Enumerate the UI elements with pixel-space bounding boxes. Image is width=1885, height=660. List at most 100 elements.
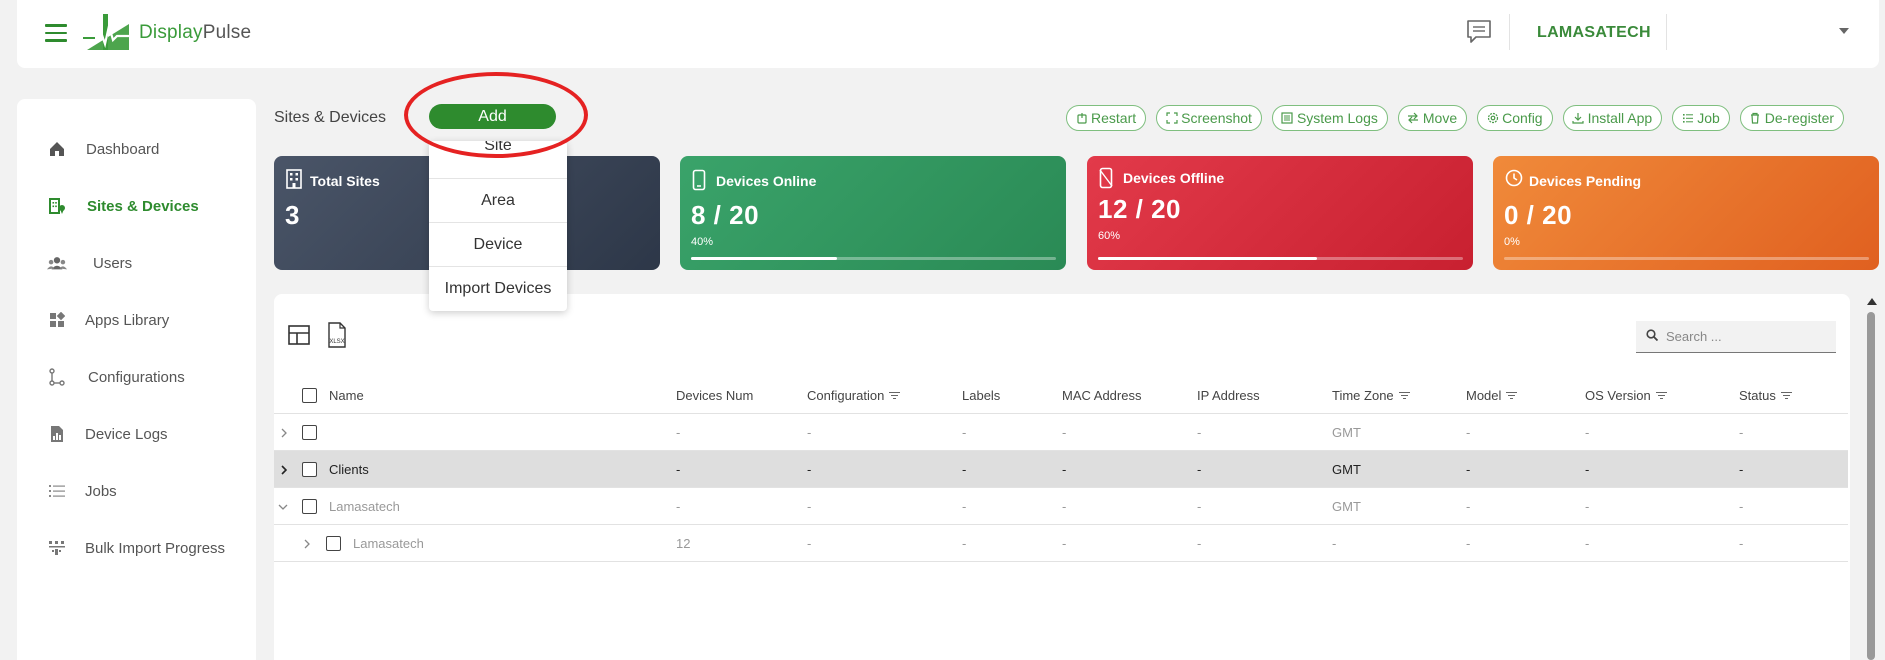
card-percent: 60% bbox=[1098, 230, 1121, 242]
row-checkbox[interactable] bbox=[302, 425, 317, 440]
devices-offline-card[interactable]: Devices Offline 12 / 20 60% bbox=[1087, 156, 1473, 270]
sidebar-item-dashboard[interactable]: Dashboard bbox=[17, 129, 256, 169]
sidebar-item-users[interactable]: Users bbox=[17, 243, 256, 283]
scroll-up-icon[interactable] bbox=[1867, 298, 1877, 305]
col-header-mac-address[interactable]: MAC Address bbox=[1062, 377, 1141, 414]
cell-name: Lamasatech bbox=[353, 536, 424, 551]
cell-time-zone: GMT bbox=[1332, 425, 1361, 440]
sidebar-item-jobs[interactable]: Jobs bbox=[17, 471, 256, 511]
row-checkbox[interactable] bbox=[302, 462, 317, 477]
add-menu-item-site[interactable]: Site bbox=[429, 141, 567, 179]
filter-icon[interactable] bbox=[1398, 391, 1410, 400]
col-header-labels[interactable]: Labels bbox=[962, 377, 1000, 414]
sidebar-item-apps-library[interactable]: Apps Library bbox=[17, 300, 256, 340]
cell-model: - bbox=[1466, 499, 1471, 514]
filter-icon[interactable] bbox=[1655, 391, 1667, 400]
move-button[interactable]: Move bbox=[1397, 105, 1468, 131]
sidebar-item-label: Sites & Devices bbox=[87, 197, 199, 215]
add-button[interactable]: Add bbox=[429, 104, 556, 129]
add-menu-item-import-devices[interactable]: Import Devices bbox=[429, 267, 567, 311]
cell-ip: - bbox=[1197, 536, 1202, 551]
app-logo[interactable]: DisplayPulse bbox=[83, 10, 251, 56]
sidebar-item-configurations[interactable]: Configurations bbox=[17, 357, 256, 397]
cell-name: Clients bbox=[329, 462, 369, 477]
select-all-checkbox-cell bbox=[302, 377, 317, 414]
top-header: DisplayPulse LAMASATECH bbox=[17, 0, 1879, 68]
config-icon bbox=[47, 367, 67, 387]
phone-off-icon bbox=[1099, 167, 1117, 189]
apps-icon bbox=[47, 310, 67, 330]
col-header-model[interactable]: Model bbox=[1466, 377, 1518, 414]
cell-configuration: - bbox=[807, 499, 812, 514]
col-header-time-zone[interactable]: Time Zone bbox=[1332, 377, 1410, 414]
chevron-right-icon[interactable] bbox=[302, 539, 312, 549]
table-row[interactable]: Clients - - - - - GMT - - - bbox=[274, 451, 1848, 488]
sidebar-item-bulk-import[interactable]: Bulk Import Progress bbox=[17, 528, 256, 568]
cell-labels: - bbox=[962, 462, 967, 477]
config-label: Config bbox=[1502, 110, 1543, 126]
col-header-status[interactable]: Status bbox=[1739, 377, 1792, 414]
organization-name[interactable]: LAMASATECH bbox=[1537, 24, 1651, 42]
system-logs-label: System Logs bbox=[1296, 110, 1378, 126]
col-header-configuration[interactable]: Configuration bbox=[807, 377, 901, 414]
account-dropdown-icon[interactable] bbox=[1839, 28, 1849, 34]
cell-ip: - bbox=[1197, 425, 1202, 440]
list-icon bbox=[1681, 112, 1694, 125]
devices-pending-card[interactable]: Devices Pending 0 / 20 0% bbox=[1493, 156, 1879, 270]
install-app-button[interactable]: Install App bbox=[1562, 105, 1663, 131]
col-header-os-version[interactable]: OS Version bbox=[1585, 377, 1667, 414]
chevron-down-icon[interactable] bbox=[278, 502, 288, 512]
table-row[interactable]: - - - - - GMT - - - bbox=[274, 414, 1848, 451]
card-title: Devices Pending bbox=[1529, 173, 1642, 189]
cell-ip: - bbox=[1197, 462, 1202, 477]
chevron-right-icon[interactable] bbox=[279, 464, 289, 475]
de-register-button[interactable]: De-register bbox=[1739, 105, 1845, 131]
expand-cell bbox=[278, 488, 288, 525]
table-row[interactable]: Lamasatech 12 - - - - - - - - bbox=[274, 525, 1848, 562]
col-header-ip-address[interactable]: IP Address bbox=[1197, 377, 1260, 414]
search-input[interactable] bbox=[1666, 329, 1826, 344]
col-header-name[interactable]: Name bbox=[329, 377, 364, 414]
messages-icon[interactable] bbox=[1464, 18, 1494, 46]
filter-icon[interactable] bbox=[889, 391, 901, 400]
filter-icon[interactable] bbox=[1780, 391, 1792, 400]
row-checkbox[interactable] bbox=[302, 499, 317, 514]
add-menu-item-device[interactable]: Device bbox=[429, 223, 567, 267]
row-checkbox-cell bbox=[326, 525, 341, 562]
export-xlsx-label: XLSX bbox=[329, 339, 344, 345]
cell-model: - bbox=[1466, 462, 1471, 477]
cell-os-version: - bbox=[1585, 425, 1590, 440]
card-progress-fill bbox=[691, 257, 837, 260]
column-layout-icon[interactable] bbox=[284, 320, 314, 350]
sidebar-item-device-logs[interactable]: Device Logs bbox=[17, 414, 256, 454]
job-button[interactable]: Job bbox=[1672, 105, 1730, 131]
add-menu-item-area[interactable]: Area bbox=[429, 179, 567, 223]
page-scrollbar[interactable] bbox=[1864, 294, 1878, 660]
cell-status: - bbox=[1739, 536, 1744, 551]
scrollbar-thumb[interactable] bbox=[1867, 312, 1875, 660]
restart-button[interactable]: Restart bbox=[1066, 105, 1147, 131]
cell-devices-num: - bbox=[676, 425, 681, 440]
select-all-checkbox[interactable] bbox=[302, 388, 317, 403]
users-icon bbox=[47, 253, 67, 273]
screenshot-label: Screenshot bbox=[1181, 110, 1252, 126]
col-header-label: Status bbox=[1739, 388, 1776, 403]
system-logs-button[interactable]: System Logs bbox=[1271, 105, 1388, 131]
menu-icon[interactable] bbox=[45, 24, 67, 42]
cell-status: - bbox=[1739, 462, 1744, 477]
col-header-devices-num[interactable]: Devices Num bbox=[676, 377, 753, 414]
devices-online-card[interactable]: Devices Online 8 / 20 40% bbox=[680, 156, 1066, 270]
config-button[interactable]: Config bbox=[1477, 105, 1553, 131]
building-pin-icon bbox=[47, 196, 67, 216]
sidebar: Dashboard Sites & Devices Users Apps Lib… bbox=[17, 99, 256, 660]
screenshot-button[interactable]: Screenshot bbox=[1156, 105, 1262, 131]
sidebar-item-sites-devices[interactable]: Sites & Devices bbox=[17, 186, 256, 226]
table-row[interactable]: Lamasatech - - - - - GMT - - - bbox=[274, 488, 1848, 525]
search-box[interactable] bbox=[1636, 321, 1836, 353]
filter-icon[interactable] bbox=[1506, 391, 1518, 400]
row-checkbox[interactable] bbox=[326, 536, 341, 551]
col-header-label: OS Version bbox=[1585, 388, 1651, 403]
cell-time-zone: - bbox=[1332, 536, 1337, 551]
export-xlsx-icon[interactable]: XLSX bbox=[322, 320, 352, 350]
chevron-right-icon[interactable] bbox=[279, 428, 289, 438]
